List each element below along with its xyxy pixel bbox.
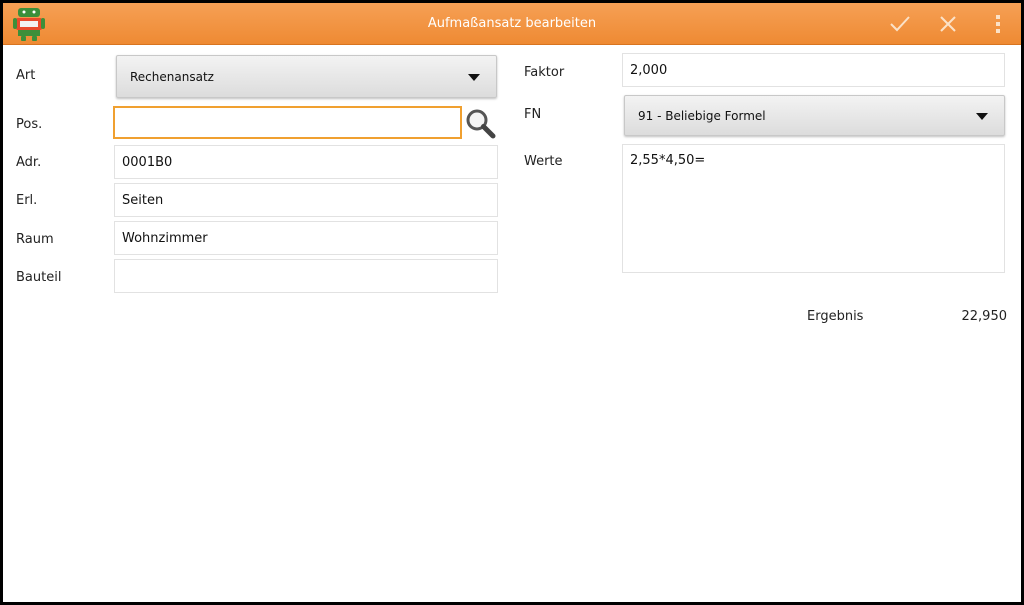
- overflow-menu-button[interactable]: [983, 3, 1013, 45]
- art-label: Art: [16, 68, 36, 83]
- fn-spinner-value: 91 - Beliebige Formel: [638, 108, 766, 123]
- adr-field[interactable]: 0001B0: [114, 145, 498, 179]
- pos-input[interactable]: [113, 106, 462, 139]
- erl-label: Erl.: [16, 193, 38, 208]
- ergebnis-label: Ergebnis: [807, 309, 864, 324]
- fn-label: FN: [524, 107, 542, 122]
- fn-spinner[interactable]: 91 - Beliebige Formel: [624, 95, 1005, 136]
- dropdown-arrow-icon: [468, 73, 480, 81]
- art-spinner[interactable]: Rechenansatz: [116, 55, 497, 98]
- app-screen: Aufmaßansatz bearbeiten Art Rechenansatz…: [3, 3, 1021, 602]
- adr-label: Adr.: [16, 155, 42, 170]
- magnifier-icon: [466, 109, 496, 139]
- action-bar: Aufmaßansatz bearbeiten: [3, 3, 1021, 45]
- bauteil-field[interactable]: [114, 259, 498, 293]
- raum-label: Raum: [16, 232, 54, 247]
- ergebnis-value: 22,950: [961, 309, 1008, 324]
- confirm-button[interactable]: [880, 3, 920, 45]
- close-icon: [940, 16, 956, 32]
- checkmark-icon: [890, 16, 910, 32]
- cancel-button[interactable]: [928, 3, 968, 45]
- faktor-field[interactable]: 2,000: [622, 53, 1005, 87]
- bauteil-label: Bauteil: [16, 270, 62, 285]
- faktor-label: Faktor: [524, 65, 565, 80]
- werte-textarea[interactable]: 2,55*4,50=: [622, 144, 1005, 273]
- search-button[interactable]: [464, 107, 498, 141]
- pos-label: Pos.: [16, 117, 43, 132]
- erl-field[interactable]: Seiten: [114, 183, 498, 217]
- overflow-menu-icon: [996, 15, 1000, 33]
- screen-title: Aufmaßansatz bearbeiten: [427, 16, 597, 31]
- art-spinner-value: Rechenansatz: [130, 69, 214, 84]
- raum-field[interactable]: Wohnzimmer: [114, 221, 498, 255]
- dropdown-arrow-icon: [976, 112, 988, 120]
- werte-label: Werte: [524, 154, 563, 169]
